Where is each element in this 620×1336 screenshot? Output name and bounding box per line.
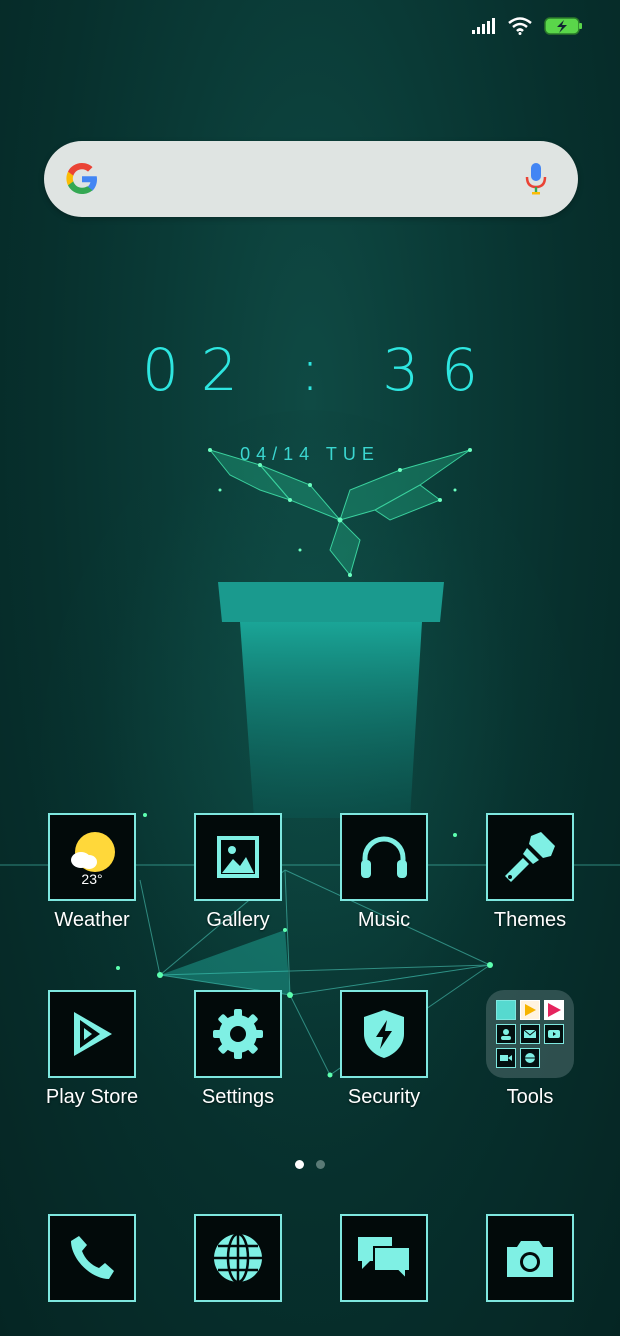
weather-temperature: 23°	[81, 871, 103, 887]
music-tile	[340, 813, 428, 901]
folder-app-contacts-icon	[496, 1024, 516, 1044]
folder-icon	[486, 990, 574, 1078]
gallery-tile	[194, 813, 282, 901]
page-dot-active[interactable]	[295, 1160, 304, 1169]
folder-app-mail-icon	[520, 1024, 540, 1044]
folder-app-movies-icon	[544, 1000, 564, 1020]
app-label: Weather	[54, 909, 130, 931]
clock-time: 02 : 36	[141, 336, 501, 404]
app-music[interactable]: Music	[311, 813, 457, 932]
app-tools-folder[interactable]: Tools	[457, 990, 603, 1109]
folder-app-play-icon	[520, 1000, 540, 1020]
google-search-bar[interactable]	[44, 141, 578, 217]
folder-app-youtube-icon	[544, 1024, 564, 1044]
signal-icon	[472, 18, 495, 34]
dock-camera[interactable]	[457, 1214, 603, 1302]
page-indicator	[0, 1160, 620, 1169]
security-tile	[340, 990, 428, 1078]
gear-icon	[213, 1009, 263, 1059]
app-label: Security	[347, 1086, 421, 1108]
status-bar	[472, 16, 584, 36]
app-label: Gallery	[206, 909, 270, 931]
shield-bolt-icon	[364, 1010, 404, 1058]
app-security[interactable]: Security	[311, 990, 457, 1109]
wifi-icon	[508, 17, 532, 35]
app-label: Music	[357, 909, 411, 931]
dock-messages[interactable]	[311, 1214, 457, 1302]
app-weather[interactable]: 23° Weather	[19, 813, 165, 932]
folder-app-video-icon	[496, 1048, 516, 1068]
camera-icon	[507, 1241, 553, 1277]
folder-app-browser-icon	[520, 1048, 540, 1068]
settings-tile	[194, 990, 282, 1078]
browser-tile	[194, 1214, 282, 1302]
app-play-store[interactable]: Play Store	[19, 990, 165, 1109]
headphones-icon	[361, 836, 407, 878]
play-store-tile	[48, 990, 136, 1078]
plant-sprout-graphic	[208, 448, 472, 577]
phone-tile	[48, 1214, 136, 1302]
weather-tile: 23°	[48, 813, 136, 901]
app-label: Play Store	[45, 1086, 139, 1108]
play-icon	[74, 1012, 112, 1056]
dock-browser[interactable]	[165, 1214, 311, 1302]
pot-graphic	[218, 582, 444, 818]
app-themes[interactable]: Themes	[457, 813, 603, 932]
google-g-icon	[66, 163, 97, 194]
camera-tile	[486, 1214, 574, 1302]
dock-phone[interactable]	[19, 1214, 165, 1302]
messages-tile	[340, 1214, 428, 1302]
image-icon	[217, 836, 259, 878]
phone-icon	[71, 1236, 114, 1279]
page-dot[interactable]	[316, 1160, 325, 1169]
folder-app-scanner-icon	[496, 1000, 516, 1020]
app-gallery[interactable]: Gallery	[165, 813, 311, 932]
themes-tile	[486, 813, 574, 901]
app-label: Settings	[201, 1086, 275, 1108]
app-settings[interactable]: Settings	[165, 990, 311, 1109]
chat-icon	[358, 1237, 411, 1282]
microphone-icon[interactable]	[524, 161, 548, 197]
battery-charging-icon	[544, 17, 582, 35]
app-label: Tools	[506, 1086, 554, 1108]
paintbrush-icon	[505, 832, 555, 882]
app-label: Themes	[493, 909, 567, 931]
globe-icon	[214, 1232, 262, 1284]
